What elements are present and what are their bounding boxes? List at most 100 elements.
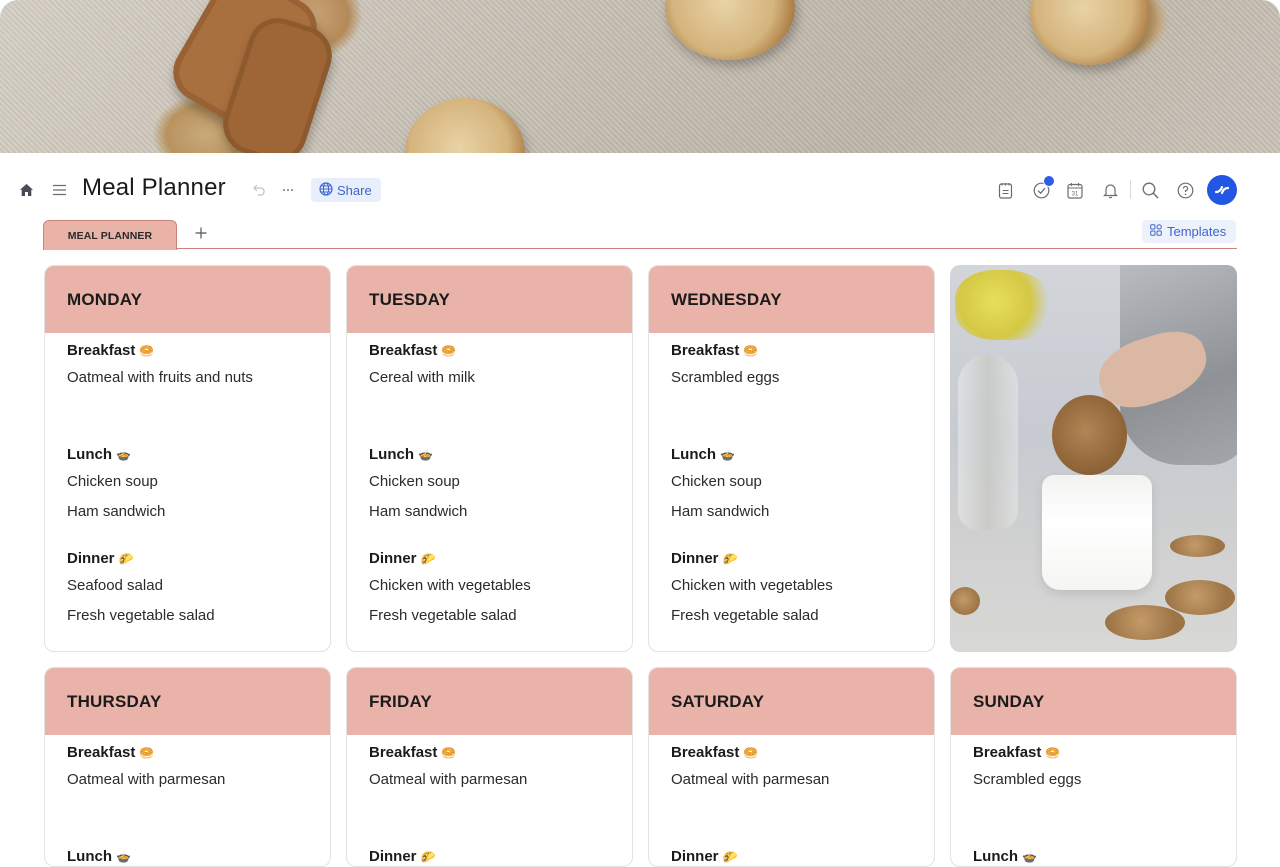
meal-item[interactable]: Cereal with milk bbox=[369, 363, 610, 393]
meal-label[interactable]: Breakfast 🥯 bbox=[671, 741, 912, 765]
hamburger-menu-icon[interactable] bbox=[50, 181, 68, 199]
meal-label-text: Breakfast bbox=[973, 744, 1042, 761]
meal-item[interactable]: Ham sandwich bbox=[67, 497, 308, 527]
share-label: Share bbox=[337, 182, 372, 198]
day-card-body: Breakfast 🥯 Oatmeal with parmesan Dinner 🌮 bbox=[649, 735, 934, 866]
help-icon[interactable] bbox=[1175, 180, 1195, 200]
home-icon[interactable] bbox=[17, 181, 35, 199]
breakfast-emoji-icon: 🥯 bbox=[139, 746, 155, 760]
day-title[interactable]: TUESDAY bbox=[347, 266, 632, 333]
tab-meal-planner[interactable]: MEAL PLANNER bbox=[43, 220, 177, 250]
add-tab-button[interactable] bbox=[195, 223, 207, 244]
meal-label[interactable]: Breakfast 🥯 bbox=[369, 339, 610, 363]
undo-icon[interactable] bbox=[251, 181, 269, 199]
templates-button[interactable]: Templates bbox=[1142, 220, 1237, 243]
bell-icon[interactable] bbox=[1101, 180, 1119, 200]
meal-item[interactable]: Fresh vegetable salad bbox=[369, 601, 610, 631]
meal-section-breakfast: Breakfast 🥯 Scrambled eggs bbox=[973, 741, 1214, 795]
meal-item[interactable]: Chicken soup bbox=[671, 467, 912, 497]
page-title[interactable]: Meal Planner bbox=[82, 174, 226, 202]
search-icon[interactable] bbox=[1140, 180, 1160, 200]
meal-label[interactable]: Lunch 🍲 bbox=[973, 845, 1214, 866]
meal-section-breakfast: Breakfast 🥯 Oatmeal with parmesan bbox=[67, 741, 308, 795]
day-card-body: Breakfast 🥯 Oatmeal with parmesan Dinner 🌮 bbox=[347, 735, 632, 866]
milk-glass bbox=[1042, 475, 1152, 590]
meal-label[interactable]: Breakfast 🥯 bbox=[369, 741, 610, 765]
meal-section-breakfast: Breakfast 🥯 Oatmeal with parmesan bbox=[671, 741, 912, 795]
lunch-emoji-icon: 🍲 bbox=[720, 448, 735, 462]
dinner-emoji-icon: 🌮 bbox=[118, 552, 134, 566]
meal-label[interactable]: Breakfast 🥯 bbox=[973, 741, 1214, 765]
meal-label-text: Dinner bbox=[67, 550, 115, 567]
day-card-sunday[interactable]: SUNDAY Breakfast 🥯 Scrambled eggs Lunch 🍲 bbox=[950, 667, 1237, 867]
more-options-icon[interactable] bbox=[279, 181, 297, 199]
meal-label[interactable]: Dinner 🌮 bbox=[671, 845, 912, 866]
meal-label[interactable]: Breakfast 🥯 bbox=[67, 339, 308, 363]
meal-label-text: Breakfast bbox=[369, 744, 438, 761]
day-title[interactable]: MONDAY bbox=[45, 266, 330, 333]
meal-section-lunch: Lunch 🍲 Chicken soup Ham sandwich bbox=[67, 443, 308, 527]
meal-item[interactable]: Scrambled eggs bbox=[671, 363, 912, 393]
meal-label[interactable]: Dinner 🌮 bbox=[67, 547, 308, 571]
meal-item[interactable]: Fresh vegetable salad bbox=[67, 601, 308, 631]
day-card-monday[interactable]: MONDAY Breakfast 🥯 Oatmeal with fruits and … bbox=[44, 265, 331, 652]
meal-item[interactable]: Chicken with vegetables bbox=[671, 571, 912, 601]
meal-label[interactable]: Dinner 🌮 bbox=[369, 845, 610, 866]
meal-item[interactable]: Oatmeal with fruits and nuts bbox=[67, 363, 308, 393]
day-card-tuesday[interactable]: TUESDAY Breakfast 🥯 Cereal with milk Lunch 🍲 C… bbox=[346, 265, 633, 652]
meal-item[interactable]: Oatmeal with parmesan bbox=[369, 765, 610, 795]
day-title[interactable]: FRIDAY bbox=[347, 668, 632, 735]
breakfast-emoji-icon: 🥯 bbox=[441, 746, 457, 760]
glazed-cookie bbox=[1030, 0, 1150, 65]
day-card-body: Breakfast 🥯 Cereal with milk Lunch 🍲 Chicken … bbox=[347, 333, 632, 631]
meal-item[interactable]: Seafood salad bbox=[67, 571, 308, 601]
day-card-friday[interactable]: FRIDAY Breakfast 🥯 Oatmeal with parmesan Din… bbox=[346, 667, 633, 867]
meal-section-breakfast: Breakfast 🥯 Oatmeal with parmesan bbox=[369, 741, 610, 795]
meal-item[interactable]: Fresh vegetable salad bbox=[671, 601, 912, 631]
lunch-emoji-icon: 🍲 bbox=[418, 448, 433, 462]
meal-label-text: Breakfast bbox=[671, 744, 740, 761]
meal-label[interactable]: Dinner 🌮 bbox=[671, 547, 912, 571]
day-card-saturday[interactable]: SATURDAY Breakfast 🥯 Oatmeal with parmesan D… bbox=[648, 667, 935, 867]
meal-item[interactable]: Scrambled eggs bbox=[973, 765, 1214, 795]
day-title[interactable]: WEDNESDAY bbox=[649, 266, 934, 333]
calendar-day-number: 31 bbox=[1072, 191, 1079, 197]
day-card-body: Breakfast 🥯 Scrambled eggs Lunch 🍲 Chicken so… bbox=[649, 333, 934, 631]
user-avatar[interactable] bbox=[1207, 175, 1237, 205]
meal-label-text: Breakfast bbox=[369, 342, 438, 359]
templates-label: Templates bbox=[1167, 224, 1227, 239]
meal-section-dinner: Dinner 🌮 Chicken with vegetables Fresh vege… bbox=[671, 547, 912, 631]
day-title[interactable]: THURSDAY bbox=[45, 668, 330, 735]
meal-item[interactable]: Chicken with vegetables bbox=[369, 571, 610, 601]
meal-section-lunch: Lunch 🍲 Chicken soup Ham sandwich bbox=[671, 443, 912, 527]
meal-item[interactable]: Chicken soup bbox=[67, 467, 308, 497]
meal-item[interactable]: Chicken soup bbox=[369, 467, 610, 497]
meal-section-dinner: Dinner 🌮 Seafood salad Fresh vegetable sala… bbox=[67, 547, 308, 631]
day-card-wednesday[interactable]: WEDNESDAY Breakfast 🥯 Scrambled eggs Lunch 🍲 C… bbox=[648, 265, 935, 652]
meal-item[interactable]: Ham sandwich bbox=[671, 497, 912, 527]
meal-label[interactable]: Breakfast 🥯 bbox=[67, 741, 308, 765]
meal-item[interactable]: Oatmeal with parmesan bbox=[67, 765, 308, 795]
meal-item[interactable]: Oatmeal with parmesan bbox=[671, 765, 912, 795]
day-card-thursday[interactable]: THURSDAY Breakfast 🥯 Oatmeal with parmesan L… bbox=[44, 667, 331, 867]
meal-label[interactable]: Lunch 🍲 bbox=[671, 443, 912, 467]
globe-icon bbox=[319, 181, 333, 199]
meal-label[interactable]: Breakfast 🥯 bbox=[671, 339, 912, 363]
meal-item[interactable]: Ham sandwich bbox=[369, 497, 610, 527]
dinner-emoji-icon: 🌮 bbox=[722, 850, 738, 864]
meal-label[interactable]: Lunch 🍲 bbox=[67, 443, 308, 467]
breakfast-emoji-icon: 🥯 bbox=[1045, 746, 1061, 760]
notepad-icon[interactable] bbox=[996, 180, 1014, 200]
lunch-emoji-icon: 🍲 bbox=[1022, 850, 1037, 864]
day-title[interactable]: SATURDAY bbox=[649, 668, 934, 735]
meal-label[interactable]: Lunch 🍲 bbox=[369, 443, 610, 467]
meal-label[interactable]: Lunch 🍲 bbox=[67, 845, 308, 866]
share-button[interactable]: Share bbox=[311, 178, 381, 202]
meal-label-text: Dinner bbox=[671, 550, 719, 567]
day-title[interactable]: SUNDAY bbox=[951, 668, 1236, 735]
calendar-icon[interactable]: 31 bbox=[1066, 180, 1084, 200]
meal-label[interactable]: Dinner 🌮 bbox=[369, 547, 610, 571]
glass-vase bbox=[958, 355, 1018, 530]
cookie bbox=[1165, 580, 1235, 615]
meal-section-breakfast: Breakfast 🥯 Oatmeal with fruits and nuts bbox=[67, 339, 308, 393]
